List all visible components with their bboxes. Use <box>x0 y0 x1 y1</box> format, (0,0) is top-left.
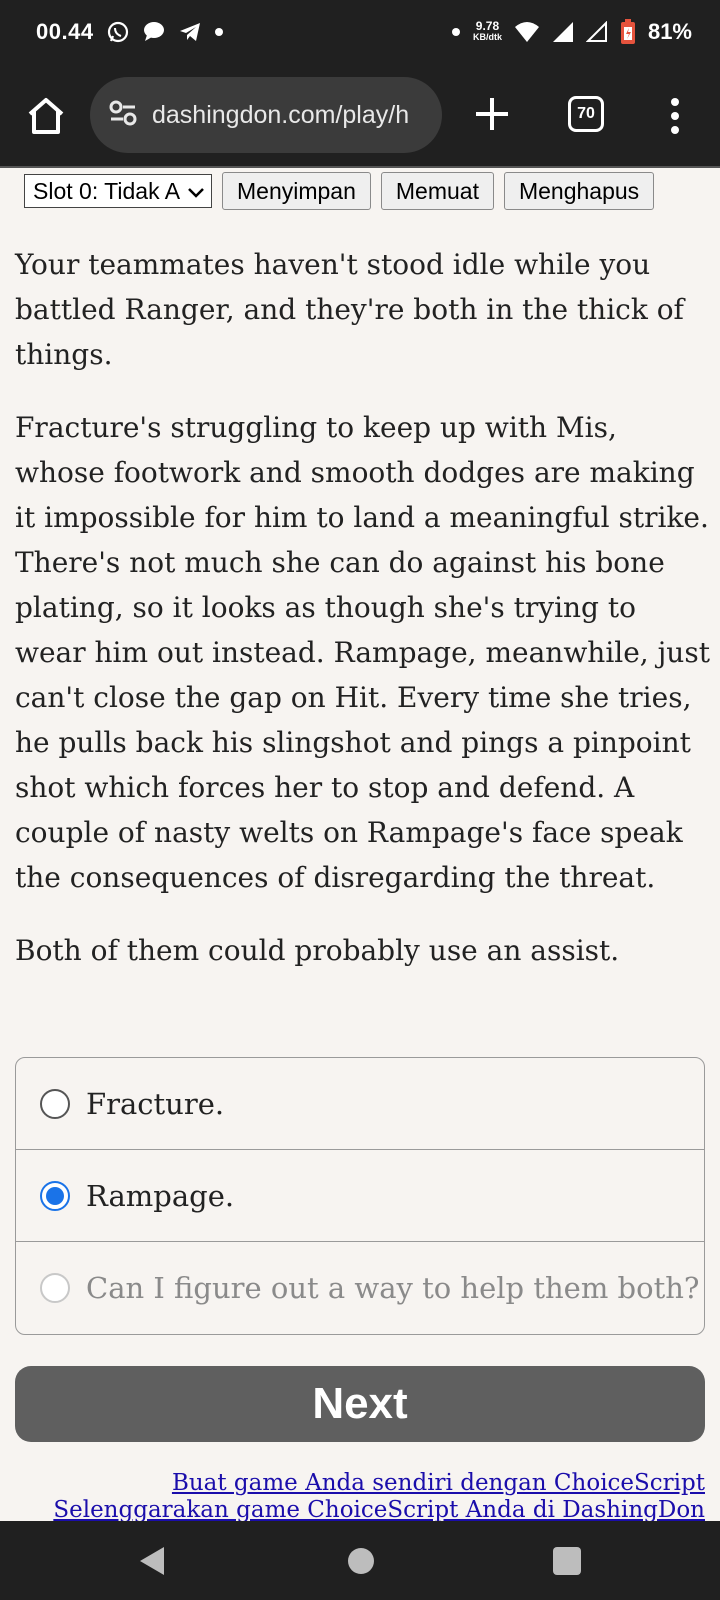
delete-button[interactable]: Menghapus <box>503 172 655 210</box>
save-controls: Slot 0: Tidak A Menyimpan Memuat Menghap… <box>24 172 655 210</box>
choice-help-both: Can I figure out a way to help them both… <box>16 1242 704 1334</box>
wifi-icon <box>514 21 540 43</box>
navigation-bar <box>0 1521 720 1600</box>
dot-icon <box>214 27 224 37</box>
chat-bubble-icon <box>142 20 166 44</box>
choice-fracture[interactable]: Fracture. <box>16 1058 704 1150</box>
dot-icon <box>451 27 461 37</box>
radio-button[interactable] <box>40 1088 70 1119</box>
story-paragraph: Both of them could probably use an assis… <box>15 934 620 967</box>
story-paragraph: Fracture's struggling to keep up with Mi… <box>15 411 710 894</box>
choice-list: Fracture. Rampage. Can I figure out a wa… <box>15 1057 705 1335</box>
site-settings-icon[interactable] <box>108 99 138 132</box>
story-paragraph: Your teammates haven't stood idle while … <box>15 248 684 371</box>
story-text: Your teammates haven't stood idle while … <box>15 242 710 1001</box>
whatsapp-icon <box>106 20 130 44</box>
more-options-icon[interactable] <box>660 94 690 138</box>
chevron-down-icon <box>187 178 205 205</box>
url-bar[interactable]: dashingdon.com/play/h <box>90 77 442 153</box>
save-slot-value: Slot 0: Tidak A <box>33 177 181 204</box>
url-text: dashingdon.com/play/h <box>152 100 410 129</box>
choicescript-link[interactable]: Buat game Anda sendiri dengan ChoiceScri… <box>53 1470 705 1497</box>
status-bar: 00.44 9.78 KB/dtk 81% <box>0 0 720 64</box>
dashingdon-link[interactable]: Selenggarakan game ChoiceScript Anda di … <box>53 1497 705 1524</box>
save-slot-select[interactable]: Slot 0: Tidak A <box>24 174 212 208</box>
home-nav-icon[interactable] <box>348 1548 374 1574</box>
browser-toolbar: dashingdon.com/play/h 70 <box>0 64 720 168</box>
save-button[interactable]: Menyimpan <box>222 172 371 210</box>
home-icon[interactable] <box>24 94 68 138</box>
radio-button-disabled <box>40 1273 70 1303</box>
battery-icon <box>620 19 636 45</box>
net-speed: 9.78 KB/dtk <box>472 19 502 43</box>
net-speed-value: 9.78 <box>475 19 500 33</box>
tab-switcher-button[interactable]: 70 <box>568 96 604 132</box>
choice-label: Rampage. <box>86 1178 235 1213</box>
next-button[interactable]: Next <box>15 1366 705 1442</box>
status-time: 00.44 <box>36 19 94 44</box>
recents-icon[interactable] <box>553 1547 581 1575</box>
load-button[interactable]: Memuat <box>380 172 494 210</box>
signal-empty-icon <box>585 21 608 43</box>
back-icon[interactable] <box>138 1545 166 1582</box>
choice-rampage[interactable]: Rampage. <box>16 1150 704 1242</box>
choice-label: Fracture. <box>86 1086 225 1121</box>
footer-links: Buat game Anda sendiri dengan ChoiceScri… <box>53 1470 705 1524</box>
net-speed-unit: KB/dtk <box>472 32 502 42</box>
radio-button-selected[interactable] <box>40 1180 70 1211</box>
new-tab-icon[interactable] <box>470 92 514 136</box>
choice-label: Can I figure out a way to help them both… <box>86 1271 700 1305</box>
signal-icon <box>552 21 574 43</box>
battery-percent: 81% <box>647 19 692 44</box>
telegram-icon <box>178 20 202 44</box>
tab-count: 70 <box>577 105 595 122</box>
